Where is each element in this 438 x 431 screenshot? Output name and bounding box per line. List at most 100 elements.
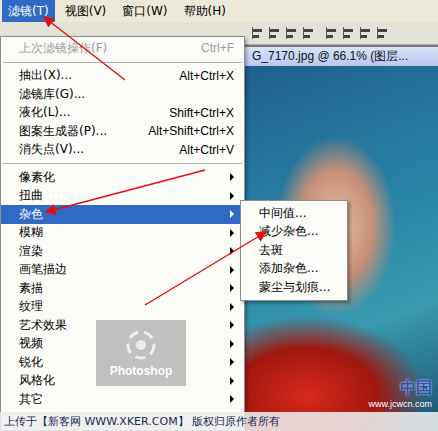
site-url: www.jcwcn.com bbox=[368, 399, 432, 409]
menu-item[interactable]: 像素化 bbox=[1, 168, 244, 187]
submenu-arrow-icon bbox=[230, 247, 234, 255]
submenu-arrow-icon bbox=[230, 321, 234, 329]
align-icon[interactable] bbox=[252, 27, 265, 39]
submenu-item[interactable]: 减少杂色... bbox=[241, 223, 347, 242]
menu-item[interactable]: 扭曲 bbox=[1, 187, 244, 206]
menu-item[interactable]: 杂色 bbox=[1, 205, 244, 224]
bar-icon bbox=[344, 35, 350, 38]
bar-icon bbox=[378, 29, 387, 32]
menu-item-label: 滤镜库(G)... bbox=[19, 86, 234, 103]
align-icon[interactable] bbox=[326, 27, 339, 39]
menu-bar-item[interactable]: 滤镜(T) bbox=[2, 0, 55, 22]
align-icon[interactable] bbox=[269, 27, 282, 39]
document-title[interactable]: G_7170.jpg @ 66.1% (图层... bbox=[236, 47, 438, 66]
submenu-item-label: 减少杂色... bbox=[259, 223, 339, 240]
menu-item-label: 上次滤镜操作(F) bbox=[19, 40, 191, 57]
bar-icon bbox=[270, 35, 276, 38]
submenu-item[interactable]: 中间值... bbox=[241, 204, 347, 223]
submenu-item-label: 去斑 bbox=[259, 242, 339, 259]
menu-item[interactable]: 图案生成器(P)...Alt+Shift+Ctrl+X bbox=[1, 122, 244, 141]
menu-shortcut: Alt+Ctrl+X bbox=[179, 69, 234, 83]
menu-item[interactable]: 纹理 bbox=[1, 298, 244, 317]
submenu-arrow-icon bbox=[230, 340, 234, 348]
submenu-arrow-icon bbox=[230, 303, 234, 311]
menu-separator bbox=[1, 58, 244, 67]
menu-item[interactable]: 画笔描边 bbox=[1, 261, 244, 280]
bar-icon bbox=[361, 35, 367, 38]
bar-icon bbox=[304, 29, 313, 32]
menu-item-label: 图案生成器(P)... bbox=[19, 123, 138, 140]
separator-line bbox=[3, 62, 242, 63]
submenu-item[interactable]: 去斑 bbox=[241, 241, 347, 260]
menu-item[interactable]: 上次滤镜操作(F) Ctrl+F bbox=[1, 39, 244, 58]
menu-item[interactable]: 素描 bbox=[1, 279, 244, 298]
site-name: 中国 bbox=[400, 378, 432, 399]
submenu-item-label: 添加杂色... bbox=[259, 260, 339, 277]
menu-shortcut: Ctrl+F bbox=[201, 41, 234, 55]
menu-item-label: 渲染 bbox=[19, 243, 230, 260]
menu-item[interactable]: 渲染 bbox=[1, 242, 244, 261]
menu-item-label: 纹理 bbox=[19, 298, 230, 315]
photoshop-watermark: Photoshop bbox=[96, 320, 186, 386]
menu-item-label: 杂色 bbox=[19, 206, 230, 223]
menu-item-label: 像素化 bbox=[19, 169, 230, 186]
bar-icon bbox=[344, 29, 353, 32]
menu-shortcut: Alt+Ctrl+V bbox=[179, 143, 234, 157]
menu-item-label: 扭曲 bbox=[19, 187, 230, 204]
menu-item-label: 抽出(X)... bbox=[19, 67, 169, 84]
menu-separator bbox=[1, 159, 244, 168]
submenu-arrow-icon bbox=[230, 377, 234, 385]
submenu-item[interactable]: 蒙尘与划痕... bbox=[241, 278, 347, 297]
submenu-arrow-icon bbox=[230, 192, 234, 200]
submenu-arrow-icon bbox=[230, 229, 234, 237]
menu-item[interactable]: 抽出(X)... Alt+Ctrl+X bbox=[1, 67, 244, 86]
align-icon[interactable] bbox=[343, 27, 356, 39]
align-buttons bbox=[252, 22, 390, 44]
bar-icon bbox=[287, 35, 293, 38]
submenu-arrow-icon bbox=[230, 210, 234, 218]
submenu-arrow-icon bbox=[230, 173, 234, 181]
menu-item-label: 模糊 bbox=[19, 224, 230, 241]
submenu-arrow-icon bbox=[230, 266, 234, 274]
menu-item-label: 素描 bbox=[19, 280, 230, 297]
menu-bar: 滤镜(T)视图(V)窗口(W)帮助(H) bbox=[0, 0, 438, 22]
site-watermark: 中国www.jcwcn.com bbox=[368, 378, 432, 409]
arrow-icon bbox=[145, 232, 266, 305]
caption-strip: 上传于【新客网 WWW.XKER.COM】 版权归原作者所有 bbox=[0, 412, 438, 431]
bar-icon bbox=[287, 29, 296, 32]
menu-bar-item[interactable]: 窗口(W) bbox=[116, 0, 173, 22]
menu-item[interactable]: 消失点(V)... Alt+Ctrl+V bbox=[1, 141, 244, 160]
menu-item-label: 其它 bbox=[19, 391, 230, 408]
bar-icon bbox=[327, 29, 336, 32]
menu-item-label: 消失点(V)... bbox=[19, 141, 169, 158]
annotation-arrows bbox=[0, 0, 438, 431]
menu-item[interactable]: 其它 bbox=[1, 390, 244, 409]
submenu-item[interactable]: 添加杂色... bbox=[241, 260, 347, 279]
menu-bar-item[interactable]: 视图(V) bbox=[59, 0, 113, 22]
bar-icon bbox=[253, 35, 259, 38]
align-icon[interactable] bbox=[377, 27, 390, 39]
arrow-icon bbox=[46, 170, 205, 212]
menu-item-label: 画笔描边 bbox=[19, 261, 230, 278]
align-icon[interactable] bbox=[286, 27, 299, 39]
bar-icon bbox=[270, 29, 279, 32]
menu-shortcut: Shift+Ctrl+X bbox=[169, 106, 234, 120]
menu-item[interactable]: 液化(L)...Shift+Ctrl+X bbox=[1, 104, 244, 123]
bar-icon bbox=[327, 35, 333, 38]
bar-icon bbox=[378, 35, 384, 38]
separator-line bbox=[3, 163, 242, 164]
menu-item[interactable]: 模糊 bbox=[1, 224, 244, 243]
submenu-item-label: 中间值... bbox=[259, 205, 339, 222]
noise-submenu: 中间值...减少杂色... 去斑添加杂色... 蒙尘与划痕... bbox=[240, 200, 348, 301]
align-icon[interactable] bbox=[360, 27, 373, 39]
watermark-text: Photoshop bbox=[110, 364, 173, 378]
submenu-arrow-icon bbox=[230, 395, 234, 403]
screen: 滤镜(T)视图(V)窗口(W)帮助(H) G_7170.jpg @ 66.1% (… bbox=[0, 0, 438, 431]
submenu-arrow-icon bbox=[230, 284, 234, 292]
menu-item[interactable]: 滤镜库(G)... bbox=[1, 85, 244, 104]
menu-bar-item[interactable]: 帮助(H) bbox=[178, 0, 232, 22]
bar-icon bbox=[361, 29, 370, 32]
submenu-item-label: 蒙尘与划痕... bbox=[259, 279, 339, 296]
align-icon[interactable] bbox=[303, 27, 316, 39]
submenu-arrow-icon bbox=[230, 358, 234, 366]
